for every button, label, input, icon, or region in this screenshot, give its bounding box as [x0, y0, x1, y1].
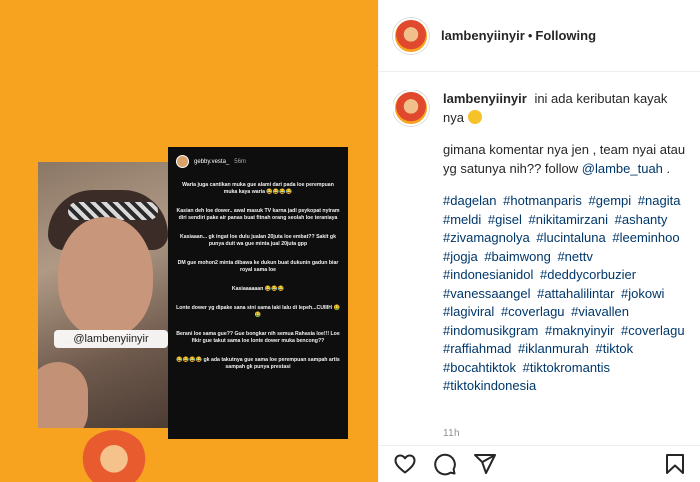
hashtag-link[interactable]: #lucintaluna: [536, 230, 605, 245]
hashtag-link[interactable]: #ashanty: [615, 212, 668, 227]
hashtag-link[interactable]: #attahalilintar: [537, 286, 614, 301]
share-icon[interactable]: [473, 452, 497, 476]
heart-icon[interactable]: [393, 452, 417, 476]
hashtag-link[interactable]: #bocahtiktok: [443, 360, 516, 375]
action-bar: [379, 445, 700, 482]
hashtag-link[interactable]: #gisel: [488, 212, 522, 227]
hashtag-link[interactable]: #nettv: [557, 249, 592, 264]
hashtag-link[interactable]: #iklanmurah: [518, 341, 589, 356]
thinking-face-emoji-icon: [467, 109, 482, 124]
hashtag-link[interactable]: #maknyinyir: [545, 323, 614, 338]
portrait-photo: @lambenyiinyir: [38, 162, 178, 428]
caption-row: lambenyiinyir ini ada keributan kayak ny…: [393, 90, 689, 396]
photo-watermark-tag: @lambenyiinyir: [54, 330, 168, 348]
hashtag-link[interactable]: #tiktok: [596, 341, 634, 356]
caption-mention-after: .: [662, 160, 671, 176]
post-header: lambenyiinyir • Following: [379, 0, 700, 72]
story-username: gebby.vesta_: [194, 158, 230, 165]
hashtag-link[interactable]: #meldi: [443, 212, 481, 227]
hashtag-link[interactable]: #gempi: [589, 193, 632, 208]
hashtag-link[interactable]: #nikitamirzani: [529, 212, 608, 227]
hashtag-link[interactable]: #zivamagnolya: [443, 230, 530, 245]
story-paragraph: Waria juga cantikan muka gue alami dari …: [182, 182, 334, 195]
account-logo-watermark: [78, 430, 150, 482]
story-paragraph: Kasiaaan... gk ingat loe dulu jualan 20j…: [180, 234, 336, 247]
header-username[interactable]: lambenyiinyir: [441, 28, 525, 43]
hashtag-link[interactable]: #nagita: [638, 193, 681, 208]
hashtag-link[interactable]: #baimwong: [484, 249, 551, 264]
hashtag-link[interactable]: #leeminhoo: [612, 230, 679, 245]
hashtag-link[interactable]: #raffiahmad: [443, 341, 511, 356]
hashtag-link[interactable]: #coverlagu: [621, 323, 685, 338]
post-time-ago[interactable]: 11h: [443, 428, 460, 439]
story-paragraph: Lonte dower yg dipake sana sini sama lak…: [176, 305, 340, 318]
mention-link[interactable]: @lambe_tuah: [582, 161, 663, 176]
header-separator: •: [527, 27, 533, 43]
story-paragraph: Kasiaaaaaan 😂😂😂: [231, 286, 285, 292]
caption-paragraph: gimana komentar nya jen , team nyai atau…: [443, 141, 689, 178]
photo-face: [58, 217, 153, 337]
story-paragraph: 😂😂😂😂 gk ada takutnya gue sama loe peremp…: [176, 357, 340, 370]
hashtag-link[interactable]: #coverlagu: [501, 304, 565, 319]
story-time: 56m: [234, 158, 246, 165]
hashtag-link[interactable]: #deddycorbuzier: [540, 267, 636, 282]
bookmark-icon[interactable]: [663, 452, 687, 476]
story-paragraph: Kasian deh loe dower.. awal masuk TV kar…: [176, 208, 340, 221]
hashtag-link[interactable]: #hotmanparis: [503, 193, 582, 208]
caption-first-line: lambenyiinyir ini ada keributan kayak ny…: [443, 90, 689, 127]
story-paragraph: Berani loe sama gue?? Gue bongkar nih se…: [176, 331, 340, 344]
hashtag-link[interactable]: #vanessaangel: [443, 286, 530, 301]
caption-avatar[interactable]: [393, 90, 429, 126]
hashtag-list: #dagelan #hotmanparis #gempi #nagita #me…: [443, 192, 689, 396]
caption: lambenyiinyir ini ada keributan kayak ny…: [393, 90, 689, 420]
story-avatar: [176, 155, 189, 168]
caption-body: lambenyiinyir ini ada keributan kayak ny…: [443, 90, 689, 396]
story-header: gebby.vesta_ 56m: [176, 155, 340, 168]
comment-icon[interactable]: [433, 452, 457, 476]
story-screenshot: gebby.vesta_ 56m Waria juga cantikan muk…: [168, 147, 348, 439]
hashtag-link[interactable]: #lagiviral: [443, 304, 494, 319]
caption-username[interactable]: lambenyiinyir: [443, 91, 527, 106]
post-media[interactable]: @lambenyiinyir gebby.vesta_ 56m Waria ju…: [0, 0, 378, 482]
hashtag-link[interactable]: #jokowi: [621, 286, 664, 301]
hashtag-link[interactable]: #viavallen: [571, 304, 629, 319]
hashtag-link[interactable]: #indomusikgram: [443, 323, 538, 338]
hashtag-link[interactable]: #dagelan: [443, 193, 497, 208]
hashtag-link[interactable]: #indonesianidol: [443, 267, 533, 282]
hashtag-link[interactable]: #tiktokindonesia: [443, 378, 536, 393]
hashtag-link[interactable]: #jogja: [443, 249, 478, 264]
header-text: lambenyiinyir • Following: [441, 28, 596, 44]
post-sidebar: lambenyiinyir • Following lambenyiinyir in…: [378, 0, 700, 482]
avatar[interactable]: [393, 17, 429, 54]
story-paragraph: DM gue mohon2 minta dibawa ke dukun buat…: [177, 260, 339, 273]
following-button[interactable]: Following: [535, 28, 596, 43]
photo-hand: [38, 362, 88, 428]
hashtag-link[interactable]: #tiktokromantis: [523, 360, 610, 375]
